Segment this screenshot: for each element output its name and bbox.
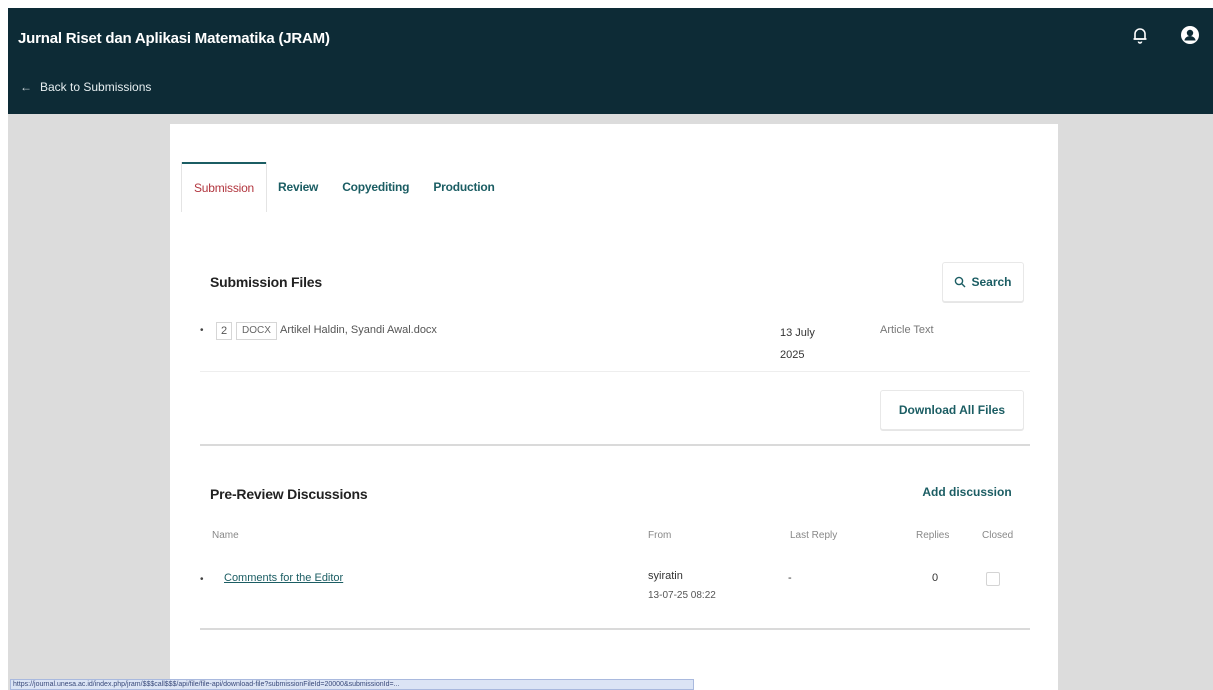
add-discussion-button[interactable]: Add discussion	[910, 472, 1024, 512]
list-bullet: •	[200, 574, 204, 585]
submission-workflow-panel: Submission Review Copyediting Production…	[170, 124, 1058, 690]
file-name-link[interactable]: Artikel Haldin, Syandi Awal.docx	[280, 324, 437, 336]
user-profile-icon[interactable]	[1179, 24, 1201, 46]
column-header-name[interactable]: Name	[212, 530, 239, 541]
list-bullet: •	[200, 325, 204, 336]
pre-review-discussions-title: Pre-Review Discussions	[210, 486, 368, 502]
file-extension-badge: DOCX	[236, 322, 277, 340]
discussion-link-comments-for-editor[interactable]: Comments for the Editor	[224, 572, 343, 584]
back-link-label: Back to Submissions	[40, 80, 152, 94]
discussion-last-reply: -	[788, 572, 792, 584]
tab-production[interactable]: Production	[421, 162, 506, 212]
search-icon	[955, 276, 966, 288]
file-row: • 2 DOCX Artikel Haldin, Syandi Awal.doc…	[200, 322, 1030, 372]
column-header-last-reply[interactable]: Last Reply	[790, 530, 837, 541]
tab-review[interactable]: Review	[266, 162, 330, 212]
discussion-closed-checkbox[interactable]	[986, 572, 1000, 586]
download-all-files-button[interactable]: Download All Files	[880, 390, 1024, 430]
workflow-tabs: Submission Review Copyediting Production	[182, 162, 507, 212]
arrow-left-icon: ←	[20, 80, 32, 94]
top-bar: Jurnal Riset dan Aplikasi Matematika (JR…	[8, 8, 1213, 114]
discussion-from-date: 13-07-25 08:22	[648, 590, 716, 601]
search-files-button[interactable]: Search	[942, 262, 1024, 302]
section-divider	[200, 628, 1030, 630]
file-date: 13 July 2025	[780, 327, 815, 361]
file-id: 2	[216, 322, 232, 340]
column-header-from[interactable]: From	[648, 530, 671, 541]
discussion-replies-count: 0	[932, 572, 939, 584]
back-to-submissions-link[interactable]: ← Back to Submissions	[20, 80, 151, 94]
submission-files-title: Submission Files	[210, 274, 322, 290]
download-all-label: Download All Files	[898, 403, 1006, 417]
column-header-closed[interactable]: Closed	[982, 530, 1013, 541]
search-button-label: Search	[971, 275, 1012, 289]
tab-submission[interactable]: Submission	[182, 162, 267, 212]
journal-title[interactable]: Jurnal Riset dan Aplikasi Matematika (JR…	[18, 30, 330, 47]
topbar-icons	[1129, 24, 1201, 46]
discussion-from-user: syiratin	[648, 570, 683, 582]
notifications-bell-icon[interactable]	[1129, 24, 1151, 46]
add-discussion-label: Add discussion	[922, 485, 1012, 499]
browser-status-url: https://journal.unesa.ac.id/index.php/jr…	[10, 679, 694, 690]
section-divider	[200, 444, 1030, 446]
column-header-replies[interactable]: Replies	[916, 530, 949, 541]
tab-copyediting[interactable]: Copyediting	[330, 162, 421, 212]
file-type: Article Text	[880, 324, 934, 336]
